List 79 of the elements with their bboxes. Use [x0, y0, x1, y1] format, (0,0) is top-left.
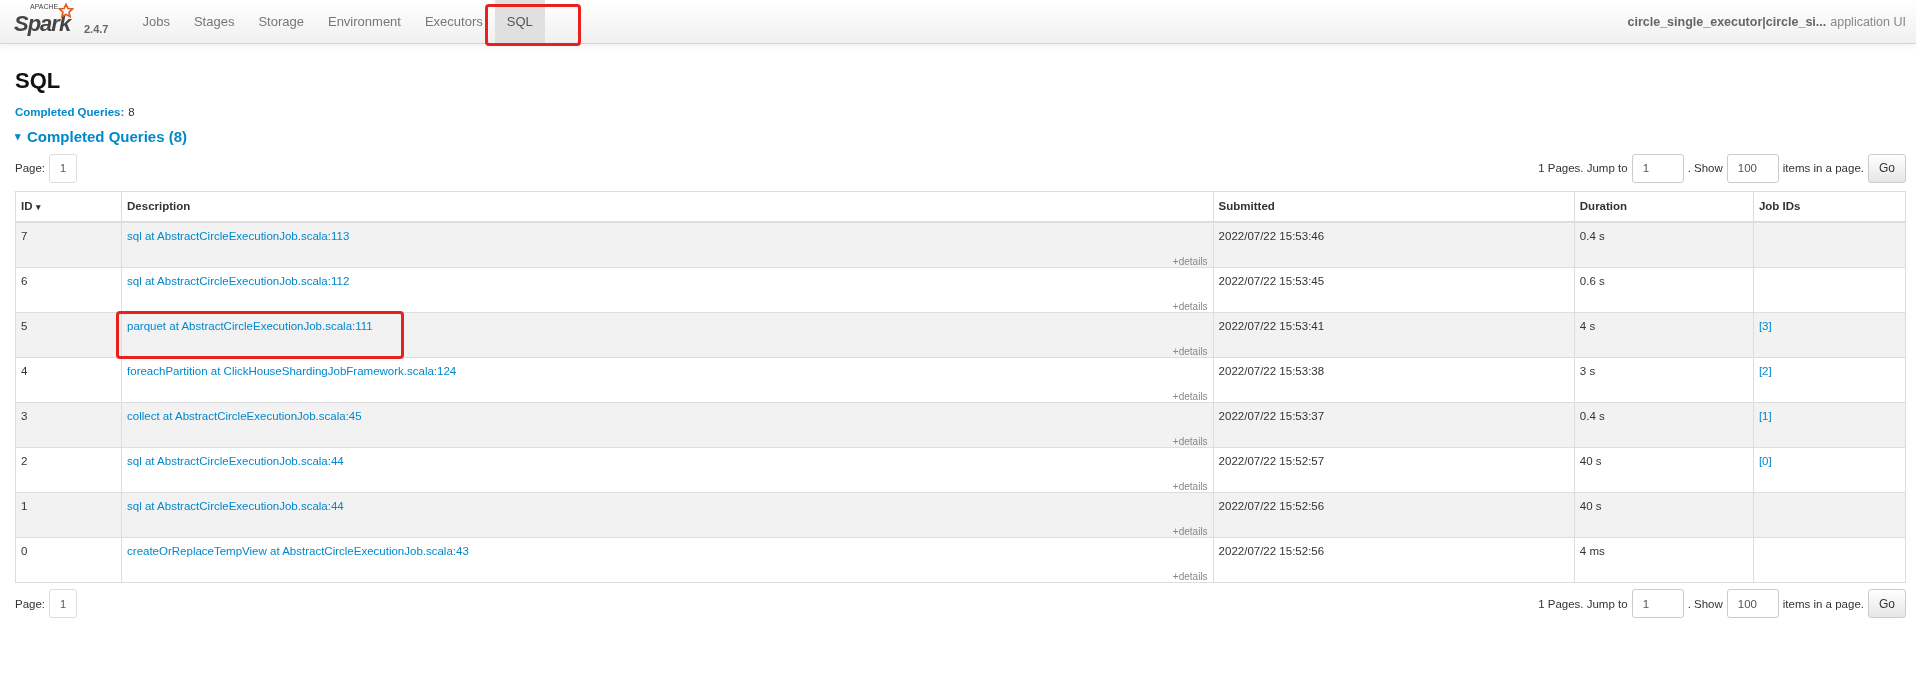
details-link[interactable]: +details: [1172, 435, 1208, 447]
column-header: Submitted: [1213, 191, 1575, 222]
table-cell: 7: [15, 221, 122, 267]
version-label: 2.4.7: [84, 23, 109, 35]
table-cell: 2022/07/22 15:53:45: [1213, 267, 1575, 312]
job-id-link[interactable]: [1]: [1758, 409, 1772, 422]
query-description-link[interactable]: collect at AbstractCircleExecutionJob.scala:45: [127, 409, 362, 422]
table-cell: 2022/07/22 15:52:57: [1213, 447, 1575, 492]
query-description-link[interactable]: sql at AbstractCircleExecutionJob.scala:112: [127, 274, 350, 287]
table-cell: 2022/07/22 15:52:56: [1213, 537, 1575, 582]
page-link[interactable]: 1: [49, 589, 78, 618]
table-cell: 2022/07/22 15:53:46: [1213, 221, 1575, 267]
details-link[interactable]: +details: [1172, 480, 1208, 492]
page-link[interactable]: 1: [49, 153, 78, 183]
job-id-link[interactable]: [2]: [1758, 364, 1772, 377]
table-cell: 4 s: [1574, 312, 1754, 357]
nav-tab[interactable]: Stages: [181, 0, 247, 43]
column-header[interactable]: ID ▾: [15, 191, 122, 222]
table-cell: 0.4 s: [1574, 221, 1754, 267]
column-header: Job IDs: [1753, 191, 1906, 222]
nav-tab[interactable]: Jobs: [130, 0, 182, 43]
table-cell: 5: [15, 312, 122, 357]
app-title-suffix: application UI: [1830, 14, 1906, 29]
table-cell: 0: [15, 537, 122, 582]
table-cell: 1: [15, 492, 122, 537]
column-header: Description: [121, 191, 1214, 222]
summary-value: 8: [128, 106, 135, 118]
app-name: circle_single_executor|circle_si...: [1627, 14, 1827, 29]
job-id-link[interactable]: [0]: [1758, 454, 1772, 467]
jump-input[interactable]: 1: [1631, 153, 1684, 183]
summary-label: Completed Queries:: [15, 106, 125, 118]
details-link[interactable]: +details: [1172, 255, 1208, 267]
table-cell: 2: [15, 447, 122, 492]
details-link[interactable]: +details: [1172, 525, 1208, 537]
items-text: items in a page.: [1782, 162, 1864, 174]
query-description-link[interactable]: sql at AbstractCircleExecutionJob.scala:113: [127, 229, 350, 242]
details-link[interactable]: +details: [1172, 570, 1208, 582]
page-label: Page:: [15, 162, 46, 174]
table-cell: 40 s: [1574, 447, 1754, 492]
go-button[interactable]: Go: [1868, 153, 1906, 183]
nav-tab[interactable]: SQL: [494, 0, 545, 43]
table-cell: 2022/07/22 15:52:56: [1213, 492, 1575, 537]
page-title: SQL: [15, 68, 62, 94]
table-cell: 0.4 s: [1574, 402, 1754, 447]
query-description-link[interactable]: foreachPartition at ClickHouseShardingJobFramework.scala:124: [127, 364, 457, 377]
items-text: items in a page.: [1782, 597, 1864, 610]
page-size-input[interactable]: 100: [1726, 153, 1779, 183]
query-description-link[interactable]: sql at AbstractCircleExecutionJob.scala:44: [127, 499, 344, 512]
page-size-input[interactable]: 100: [1726, 589, 1779, 618]
pages-text: 1 Pages. Jump to: [1538, 597, 1628, 610]
show-text: . Show: [1687, 597, 1723, 610]
column-header: Duration: [1574, 191, 1754, 222]
query-description-link[interactable]: parquet at AbstractCircleExecutionJob.scala:111: [127, 319, 373, 332]
nav-tab[interactable]: Environment: [315, 0, 413, 43]
nav-tab[interactable]: Executors: [412, 0, 495, 43]
section-toggle[interactable]: ▾ Completed Queries (8): [15, 128, 1906, 145]
query-description-link[interactable]: sql at AbstractCircleExecutionJob.scala:44: [127, 454, 344, 467]
pages-text: 1 Pages. Jump to: [1538, 162, 1628, 174]
table-cell: 6: [15, 267, 122, 312]
table-cell: 3 s: [1574, 357, 1754, 402]
show-text: . Show: [1687, 162, 1723, 174]
query-description-link[interactable]: createOrReplaceTempView at AbstractCircleExecutionJob.scala:43: [127, 544, 469, 557]
details-link[interactable]: +details: [1172, 300, 1208, 312]
details-link[interactable]: +details: [1172, 345, 1208, 357]
jump-input[interactable]: 1: [1631, 589, 1684, 618]
table-cell: 4 ms: [1574, 537, 1754, 582]
job-id-link[interactable]: [3]: [1758, 319, 1772, 332]
table-cell: 40 s: [1574, 492, 1754, 537]
table-cell: 0.6 s: [1574, 267, 1754, 312]
go-button[interactable]: Go: [1868, 589, 1906, 618]
page-label: Page:: [15, 597, 46, 610]
table-cell: 2022/07/22 15:53:38: [1213, 357, 1575, 402]
table-cell: 3: [15, 402, 122, 447]
details-link[interactable]: +details: [1172, 390, 1208, 402]
logo-wordmark: Spark: [14, 11, 73, 35]
table-cell: 2022/07/22 15:53:37: [1213, 402, 1575, 447]
table-cell: 2022/07/22 15:53:41: [1213, 312, 1575, 357]
table-cell: 4: [15, 357, 122, 402]
nav-tab[interactable]: Storage: [246, 0, 316, 43]
